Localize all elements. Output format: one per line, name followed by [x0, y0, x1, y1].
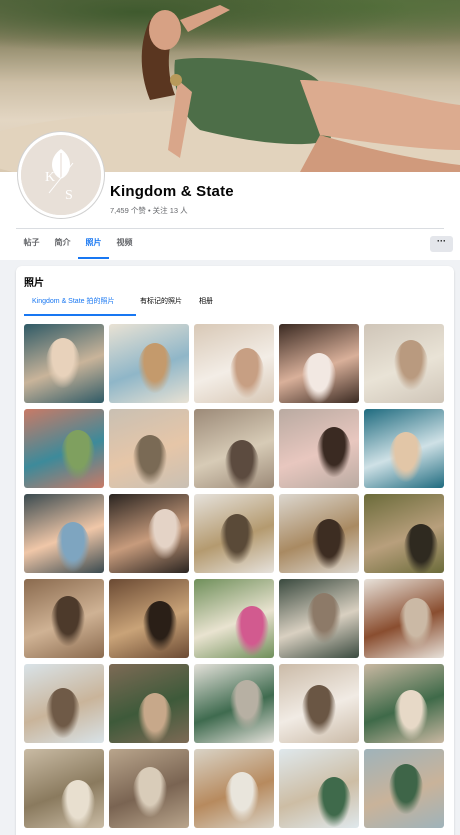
photo-subject	[230, 348, 264, 398]
photo-subject	[220, 514, 254, 564]
photo-thumbnail-woman-rooftop-picnic[interactable]	[109, 749, 189, 828]
photo-thumbnail-woman-black-bikini[interactable]	[109, 494, 189, 573]
photo-thumbnail-woman-sitting-beach[interactable]	[24, 324, 104, 403]
photo-thumbnail-arched-window-sea-view[interactable]	[109, 324, 189, 403]
photo-subject	[302, 353, 336, 403]
photo-subject	[389, 764, 423, 814]
photo-subject	[317, 427, 351, 477]
photo-thumbnail-woman-green-floral-swimsuit[interactable]	[109, 664, 189, 743]
subtab-page-photos[interactable]: Kingdom & State 拍的照片	[24, 292, 136, 316]
profile-avatar[interactable]: K S	[18, 132, 104, 218]
photo-thumbnail-woman-beach-waves[interactable]	[24, 664, 104, 743]
tab-photos[interactable]: 照片	[78, 229, 109, 259]
photo-subject	[61, 430, 95, 480]
photo-thumbnail-woman-green-swimsuit-sea[interactable]	[364, 749, 444, 828]
photo-thumbnail-woman-white-swimsuit-sitting[interactable]	[279, 664, 359, 743]
photo-thumbnail-woman-leopard-swimsuit-garden[interactable]	[364, 494, 444, 573]
photo-subject	[133, 435, 167, 485]
tab-about[interactable]: 简介	[47, 229, 78, 259]
photo-thumbnail-woman-sitting-cream-bikini[interactable]	[194, 409, 274, 488]
photo-subject	[56, 522, 90, 572]
photo-subject	[133, 767, 167, 817]
photo-thumbnail-villa-pool-umbrella[interactable]	[24, 409, 104, 488]
photo-subject	[404, 524, 438, 573]
photo-subject	[138, 693, 172, 743]
photo-thumbnail-duck-with-flower-crown[interactable]	[194, 579, 274, 658]
profile-stats: 7,459 个赞 • 关注 13 人	[110, 205, 188, 216]
profile-name[interactable]: Kingdom & State	[110, 183, 234, 200]
photo-thumbnail-leopard-swimsuit-closeup[interactable]	[109, 579, 189, 658]
photo-subject	[312, 519, 346, 569]
avatar-monogram-left: K	[45, 170, 55, 185]
photo-thumbnail-woman-walking-beach[interactable]	[279, 749, 359, 828]
avatar-monogram-right: S	[65, 188, 73, 203]
photo-thumbnail-cafe-table-cups[interactable]	[279, 579, 359, 658]
photo-thumbnail-woman-lying-white-swimsuit[interactable]	[194, 324, 274, 403]
photo-thumbnail-balcony-doors-sunset[interactable]	[24, 494, 104, 573]
photo-subject	[225, 440, 259, 488]
following-count[interactable]: 关注 13 人	[153, 206, 188, 215]
photo-thumbnail-beach-towel-hat[interactable]	[24, 749, 104, 828]
photo-thumbnail-woman-rocks-bikini[interactable]	[24, 579, 104, 658]
photo-subject	[46, 338, 80, 388]
photo-subject	[230, 680, 264, 730]
photo-subject	[51, 596, 85, 646]
photo-subject	[143, 601, 177, 651]
photo-subject	[317, 777, 351, 827]
photo-subject	[61, 780, 95, 828]
photo-subject	[399, 598, 433, 648]
photo-thumbnail-poodle-with-swimsuit[interactable]	[364, 579, 444, 658]
photo-thumbnail-blonde-woman-pool-edge[interactable]	[109, 409, 189, 488]
photo-thumbnail-woman-pool-white-swimsuit[interactable]	[364, 409, 444, 488]
stats-separator: •	[145, 206, 153, 215]
photo-subject	[302, 685, 336, 735]
subtab-albums[interactable]: 相册	[199, 292, 213, 316]
photo-thumbnail-woman-floral-bikini[interactable]	[279, 324, 359, 403]
profile-page: K S Kingdom & State 7,459 个赞 • 关注 13 人 帖…	[0, 0, 460, 835]
more-dots-icon[interactable]: ···	[430, 236, 453, 252]
photo-thumbnail-woman-cream-swimsuit[interactable]	[364, 324, 444, 403]
photo-subject	[138, 343, 172, 393]
photo-thumbnail-curly-hair-woman-pink-bikini[interactable]	[279, 409, 359, 488]
photo-subject	[389, 432, 423, 482]
photo-thumbnail-woman-green-bikini-beach[interactable]	[364, 664, 444, 743]
photo-thumbnail-woman-leopard-bikini-white-wall[interactable]	[279, 494, 359, 573]
photo-thumbnail-picnic-plate-food[interactable]	[194, 749, 274, 828]
tab-videos[interactable]: 视频	[109, 229, 140, 259]
tab-posts[interactable]: 帖子	[16, 229, 47, 259]
photo-subject	[394, 690, 428, 740]
photo-subject	[394, 340, 428, 390]
subtab-tagged-photos[interactable]: 有标记的照片	[140, 292, 182, 316]
photo-thumbnail-leopard-bikini-flatlay[interactable]	[194, 494, 274, 573]
likes-count[interactable]: 7,459 个赞	[110, 206, 146, 215]
photo-subject	[46, 688, 80, 738]
photos-section: 照片 Kingdom & State 拍的照片 有标记的照片 相册	[16, 266, 454, 835]
photo-subject	[235, 606, 269, 656]
section-title: 照片	[24, 278, 44, 289]
profile-header: K S Kingdom & State 7,459 个赞 • 关注 13 人 帖…	[0, 0, 460, 260]
photo-thumbnail-green-bikini-flatlay[interactable]	[194, 664, 274, 743]
leaf-icon: K S	[21, 135, 101, 215]
photo-subject	[148, 509, 182, 559]
photo-subject	[307, 593, 341, 643]
photo-subject	[225, 772, 259, 822]
